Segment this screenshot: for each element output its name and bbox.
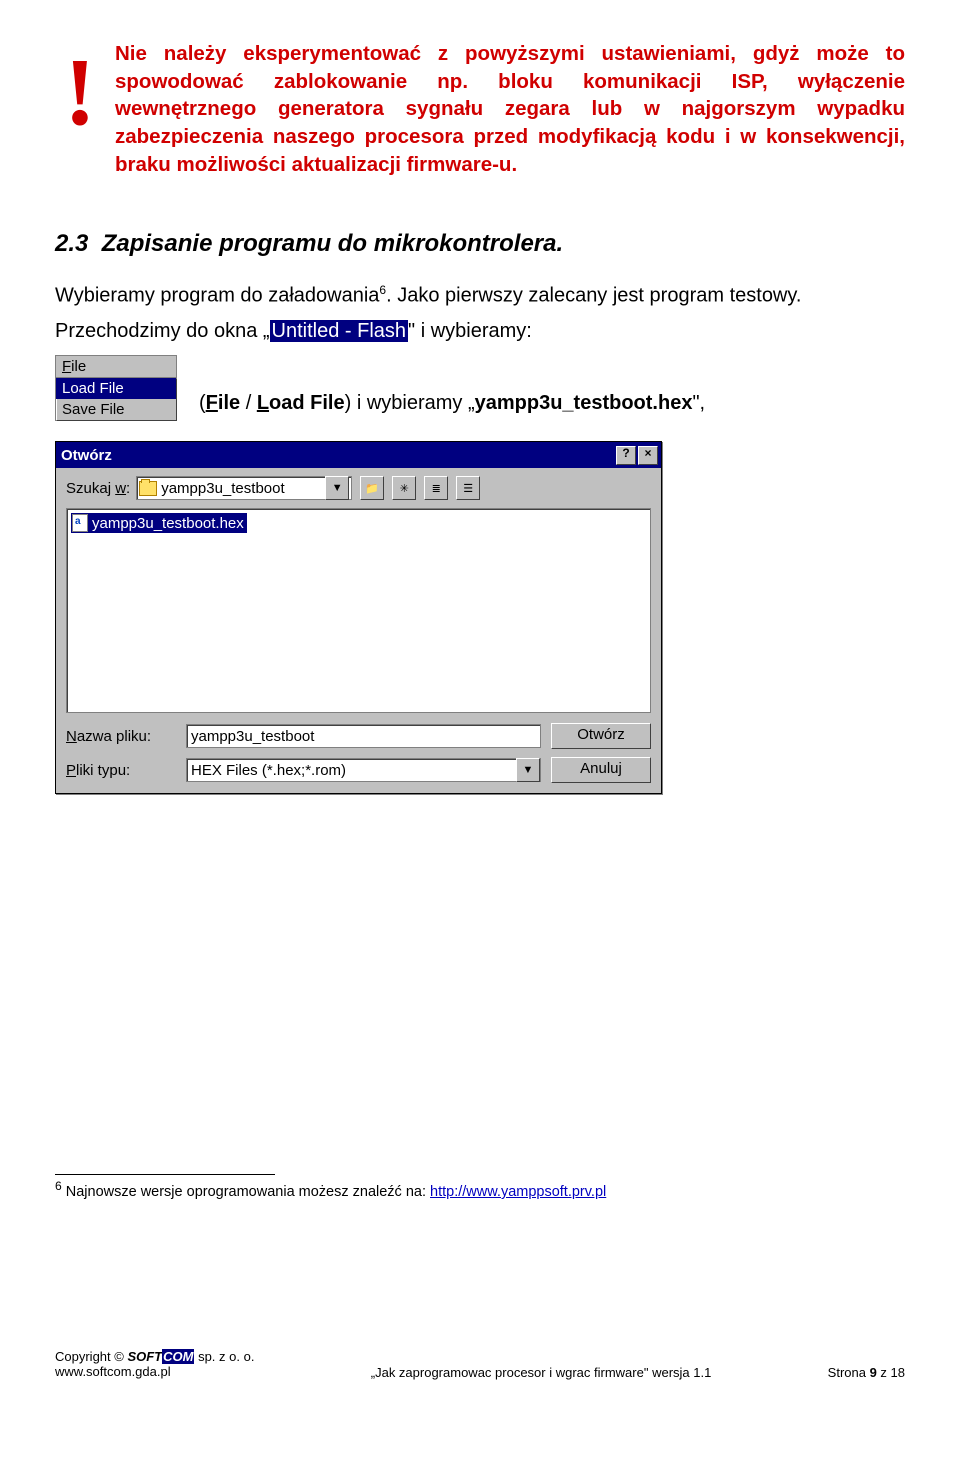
open-dialog: Otwórz ? × Szukaj w: yampp3u_testboot ▼ … bbox=[55, 441, 662, 794]
brand-soft: SOFT bbox=[127, 1349, 162, 1364]
details-view-button[interactable]: ☰ bbox=[456, 476, 480, 500]
list-view-button[interactable]: ≣ bbox=[424, 476, 448, 500]
file-menu[interactable]: File Load File Save File bbox=[55, 355, 177, 421]
menu-item-save-file[interactable]: Save File bbox=[56, 399, 176, 420]
footnote-text: Najnowsze wersje oprogramowania możesz z… bbox=[62, 1184, 430, 1200]
page-number: 9 bbox=[870, 1365, 877, 1380]
footnote-link[interactable]: http://www.yamppsoft.prv.pl bbox=[430, 1184, 606, 1200]
menu-item-load-file[interactable]: Load File bbox=[56, 378, 176, 399]
paragraph-2: Przechodzimy do okna „Untitled - Flash" … bbox=[55, 318, 905, 345]
filetype-value: HEX Files (*.hex;*.rom) bbox=[187, 762, 516, 779]
cancel-button[interactable]: Anuluj bbox=[551, 757, 651, 783]
up-one-level-button[interactable]: 📁 bbox=[360, 476, 384, 500]
para2-a: Przechodzimy do okna „ bbox=[55, 320, 270, 342]
cap-file-r: ile bbox=[218, 392, 240, 414]
filename-label: Nazwa pliku: bbox=[66, 728, 176, 745]
cap-post: ) i wybieramy „ bbox=[345, 392, 475, 414]
li-pre: Szukaj bbox=[66, 480, 115, 497]
li-u: w bbox=[115, 480, 126, 497]
folder-icon bbox=[139, 481, 157, 496]
folder-up-icon: 📁 bbox=[365, 482, 379, 495]
cap-mid: / bbox=[240, 392, 257, 414]
cap-pre: ( bbox=[199, 392, 206, 414]
fcr-pre: Copyright © bbox=[55, 1349, 127, 1364]
page-footer: Copyright © SOFTCOM sp. z o. o. www.soft… bbox=[55, 1349, 905, 1380]
footnote-rule bbox=[55, 1174, 275, 1175]
ob-r: twórz bbox=[589, 726, 625, 743]
list-item-label: yampp3u_testboot.hex bbox=[92, 515, 244, 532]
filename-input[interactable]: yampp3u_testboot bbox=[186, 724, 541, 748]
filename-value: yampp3u_testboot bbox=[191, 728, 314, 745]
file-menu-caption: (File / Load File) i wybieramy „yampp3u_… bbox=[199, 392, 705, 421]
new-folder-icon: ✳ bbox=[400, 482, 409, 495]
section-number: 2.3 bbox=[55, 230, 88, 257]
fn-u: N bbox=[66, 728, 77, 745]
filetype-combo[interactable]: HEX Files (*.hex;*.rom) ▼ bbox=[186, 758, 541, 782]
file-list[interactable]: yampp3u_testboot.hex bbox=[66, 508, 651, 713]
close-button[interactable]: × bbox=[638, 446, 658, 465]
window-title-highlight: Untitled - Flash bbox=[270, 320, 409, 342]
lookin-combo[interactable]: yampp3u_testboot ▼ bbox=[136, 476, 352, 500]
warning-text: Nie należy eksperymentować z powyższymi … bbox=[115, 40, 905, 178]
details-icon: ☰ bbox=[463, 482, 473, 495]
filetype-dropdown-button[interactable]: ▼ bbox=[516, 758, 540, 782]
cap-fname: yampp3u_testboot.hex bbox=[475, 392, 693, 414]
fp-pre: Strona bbox=[828, 1365, 870, 1380]
dialog-title: Otwórz bbox=[59, 447, 614, 464]
new-folder-button[interactable]: ✳ bbox=[392, 476, 416, 500]
file-icon bbox=[72, 514, 88, 532]
fp-post: z 18 bbox=[877, 1365, 905, 1380]
list-item[interactable]: yampp3u_testboot.hex bbox=[71, 513, 247, 533]
paragraph-1: Wybieramy program do załadowania6. Jako … bbox=[55, 282, 905, 310]
lookin-label: Szukaj w: bbox=[66, 480, 130, 497]
file-menu-title[interactable]: File bbox=[56, 356, 176, 378]
footer-right: Strona 9 z 18 bbox=[828, 1365, 905, 1380]
dialog-titlebar[interactable]: Otwórz ? × bbox=[56, 442, 661, 468]
li-post: : bbox=[126, 480, 130, 497]
ft-r: liki typu: bbox=[76, 762, 130, 779]
footer-left: Copyright © SOFTCOM sp. z o. o. www.soft… bbox=[55, 1349, 254, 1380]
cap-file-u: F bbox=[206, 392, 218, 414]
fmt-post: ile bbox=[71, 358, 86, 375]
brand-com: COM bbox=[162, 1349, 194, 1364]
footnote-number: 6 bbox=[55, 1179, 62, 1193]
ft-u: P bbox=[66, 762, 76, 779]
footer-url: www.softcom.gda.pl bbox=[55, 1364, 171, 1379]
ob-u: O bbox=[577, 726, 589, 743]
fn-r: azwa pliku: bbox=[77, 728, 151, 745]
section-title: Zapisanie programu do mikrokontrolera. bbox=[102, 230, 563, 257]
filetype-label: Pliki typu: bbox=[66, 762, 176, 779]
fcr-post: sp. z o. o. bbox=[194, 1349, 254, 1364]
para1-b: . Jako pierwszy zalecany jest program te… bbox=[386, 285, 801, 307]
para1-a: Wybieramy program do załadowania bbox=[55, 285, 379, 307]
para2-b: " i wybieramy: bbox=[408, 320, 532, 342]
section-heading: 2.3 Zapisanie programu do mikrokontroler… bbox=[55, 230, 905, 258]
file-menu-dropdown: Load File Save File bbox=[56, 378, 176, 420]
fmt-u: F bbox=[62, 358, 71, 375]
list-icon: ≣ bbox=[432, 482, 441, 495]
footnote-6: 6 Najnowsze wersje oprogramowania możesz… bbox=[55, 1179, 905, 1200]
cap-load-u: L bbox=[257, 392, 269, 414]
footer-center: „Jak zaprogramowac procesor i wgrac firm… bbox=[254, 1365, 827, 1380]
cap-end: ", bbox=[692, 392, 705, 414]
lookin-value: yampp3u_testboot bbox=[161, 480, 284, 497]
warning-mark: ! bbox=[55, 46, 105, 137]
cap-load-r: oad File bbox=[269, 392, 345, 414]
combo-dropdown-button[interactable]: ▼ bbox=[325, 476, 349, 500]
open-button[interactable]: Otwórz bbox=[551, 723, 651, 749]
help-button[interactable]: ? bbox=[616, 446, 636, 465]
